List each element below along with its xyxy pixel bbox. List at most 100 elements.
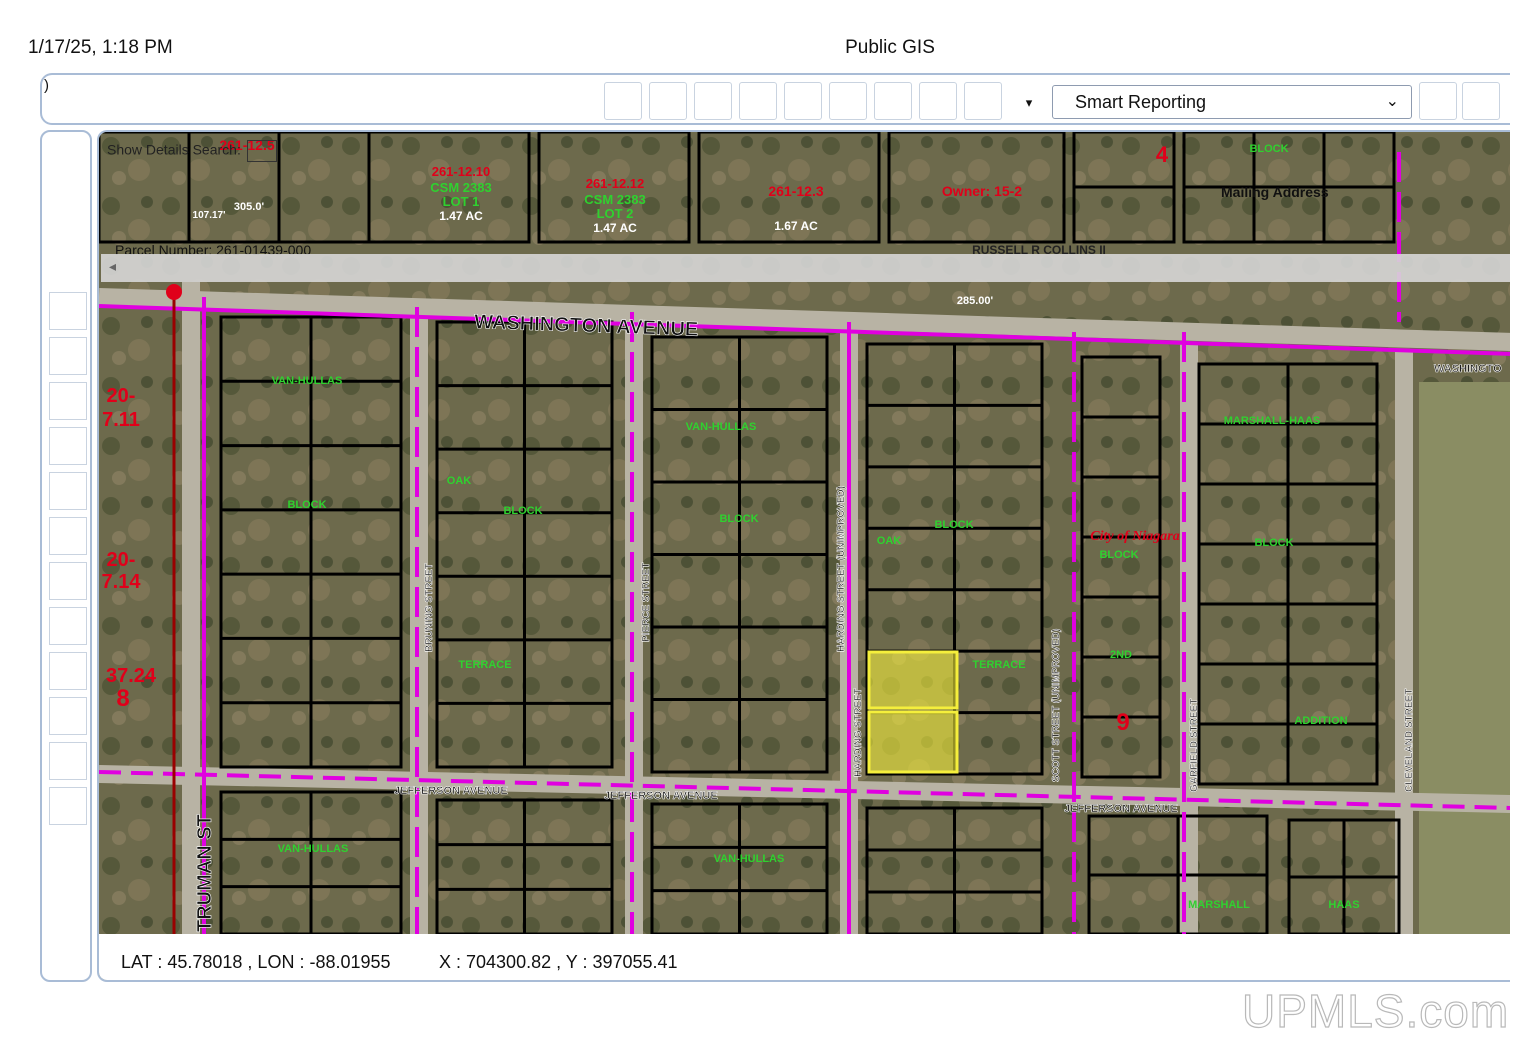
left-tool-button-4[interactable] [49,427,87,465]
left-tool-button-10[interactable] [49,697,87,735]
left-tool-button-1[interactable] [49,292,87,330]
terrace-label-2: TERRACE [972,659,1025,671]
block-label-3: BLOCK [719,513,758,525]
street-label-cleveland: CLEVELAND STREET [1404,689,1415,792]
location-marker-icon [166,284,182,300]
upmls-watermark: UPMLS.com [1241,984,1510,1037]
toolbar-paren: ) [44,77,49,94]
left-tool-button-9[interactable] [49,652,87,690]
parcel-label-261-12-3: 261-12.3 [768,183,823,199]
acre-label-1: 1.47 AC [439,209,483,223]
coordinate-bar: LAT : 45.78018 , LON : -88.01955 X : 704… [99,934,1510,980]
acre-label-2: 1.47 AC [593,221,637,235]
block-label-4: BLOCK [934,519,973,531]
big-label-3: 20- [107,549,136,571]
dimension-label-2: 285.00' [957,295,994,307]
terrace-label-1: TERRACE [458,659,511,671]
toolbar-tool-button-8[interactable] [919,82,957,120]
block-label-2: BLOCK [503,505,542,517]
toolbar-tool-button-7[interactable] [874,82,912,120]
big-label-4: 7.14 [102,571,142,593]
search-input[interactable] [246,140,277,162]
lot-label-2: LOT 2 [597,206,634,221]
street-label-scott: SCOTT STREET (UNIMPROVED) [1051,629,1062,782]
left-tool-button-11[interactable] [49,742,87,780]
left-tool-button-8[interactable] [49,607,87,645]
addition-label: ADDITION [1294,715,1347,727]
horizontal-scrollbar[interactable]: ◂ [101,254,1510,282]
subdivision-label-marshall-haas: MARSHALL-HAAS [1224,415,1321,427]
csm-label-1: CSM 2383 [430,180,491,195]
street-label-pierce: PIERCE STREET [641,563,652,642]
map-view[interactable]: WASHINGTON AVENUE WASHINGTO JEFFERSON AV… [97,130,1510,982]
dimension-label-1: 305.0' [234,201,265,213]
marshall-label: MARSHALL [1188,899,1250,911]
haas-label: HAAS [1328,899,1359,911]
page-title: Public GIS [845,37,935,58]
toolbar-tool-button-3[interactable] [694,82,732,120]
toolbar-tool-button-9[interactable] [964,82,1002,120]
street-label-washington-east: WASHINGTO [1434,363,1502,375]
acre-label-3: 1.67 AC [774,219,818,233]
street-label-bruning: BRUNING STREET [424,563,435,652]
block-label-6: BLOCK [1254,537,1293,549]
toolbar-tool-button-2[interactable] [649,82,687,120]
subdivision-label-vanhullas-3: VAN-HULLAS [278,843,349,855]
section-label-8: 8 [116,685,129,712]
toolbar-tool-button-6[interactable] [829,82,867,120]
big-label-1: 20- [107,385,136,407]
left-tool-button-12[interactable] [49,787,87,825]
left-tool-button-6[interactable] [49,517,87,555]
street-label-harding-unimproved: HARDING STREET (UNIMPROVED) [836,486,847,652]
block-label-1: BLOCK [287,499,326,511]
highlighted-parcel-2[interactable] [867,710,959,774]
print-header: 1/17/25, 1:18 PM Public GIS [0,37,1523,61]
parcel-label-261-12-10: 261-12.10 [432,164,491,179]
map-toolbar: ) ▾ Smart Reporting ⌄ [40,73,1510,125]
street-label-jefferson-1: JEFFERSON AVENUE [394,785,508,797]
csm-label-2: CSM 2383 [584,192,645,207]
smart-reporting-value: Smart Reporting [1075,92,1207,112]
toolbar-tool-button-1[interactable] [604,82,642,120]
highlighted-parcel-1[interactable] [867,650,959,710]
scroll-left-arrow-icon[interactable]: ◂ [109,258,116,275]
second-label: 2ND [1110,649,1132,661]
big-label-5: 37.24 [106,665,157,687]
left-tool-button-5[interactable] [49,472,87,510]
left-tool-button-3[interactable] [49,382,87,420]
smart-reporting-select[interactable]: Smart Reporting ⌄ [1052,85,1412,119]
big-label-2: 7.11 [102,409,140,431]
left-tool-button-7[interactable] [49,562,87,600]
dimension-label-3: 107.17' [193,210,226,221]
oak-label-1: OAK [447,475,472,487]
city-label: City of Niagara [1090,529,1179,544]
subdivision-label-vanhullas-1: VAN-HULLAS [272,375,343,387]
street-label-harding: HARDING STREET [853,688,864,777]
street-label-jefferson-2: JEFFERSON AVENUE [604,790,718,802]
toolbar-extra-button-2[interactable] [1462,82,1500,120]
chevron-down-icon: ⌄ [1385,93,1399,110]
parcel-label-261-12-12: 261-12.12 [586,176,645,191]
toolbar-extra-button-1[interactable] [1419,82,1457,120]
lot-label-1: LOT 1 [443,194,480,209]
lat-lon-readout: LAT : 45.78018 , LON : -88.01955 [121,952,391,972]
section-label-4: 4 [1156,142,1169,167]
park-area [1419,382,1510,934]
toolbar-tool-button-4[interactable] [739,82,777,120]
toolbar-dropdown-caret-icon[interactable]: ▾ [1015,91,1043,115]
street-label-truman: TRUMAN ST [194,814,216,932]
street-label-garfield: GARFIELD STREET [1189,699,1200,792]
mailing-address-label: Mailing Address [1221,184,1329,200]
oak-label-2: OAK [877,535,902,547]
block-label-5: BLOCK [1099,549,1138,561]
owner-label: Owner: 15-2 [942,183,1022,199]
street-label-jefferson-3: JEFFERSON AVENUE [1064,803,1178,815]
search-label: Show Details Search: [107,141,241,158]
xy-readout: X : 704300.82 , Y : 397055.41 [439,952,678,972]
section-label-9: 9 [1116,709,1129,736]
subdivision-label-vanhullas-2: VAN-HULLAS [686,421,757,433]
left-tool-button-2[interactable] [49,337,87,375]
block-label-7: BLOCK [1249,143,1288,155]
toolbar-tool-button-5[interactable] [784,82,822,120]
subdivision-label-vanhullas-4: VAN-HULLAS [714,853,785,865]
